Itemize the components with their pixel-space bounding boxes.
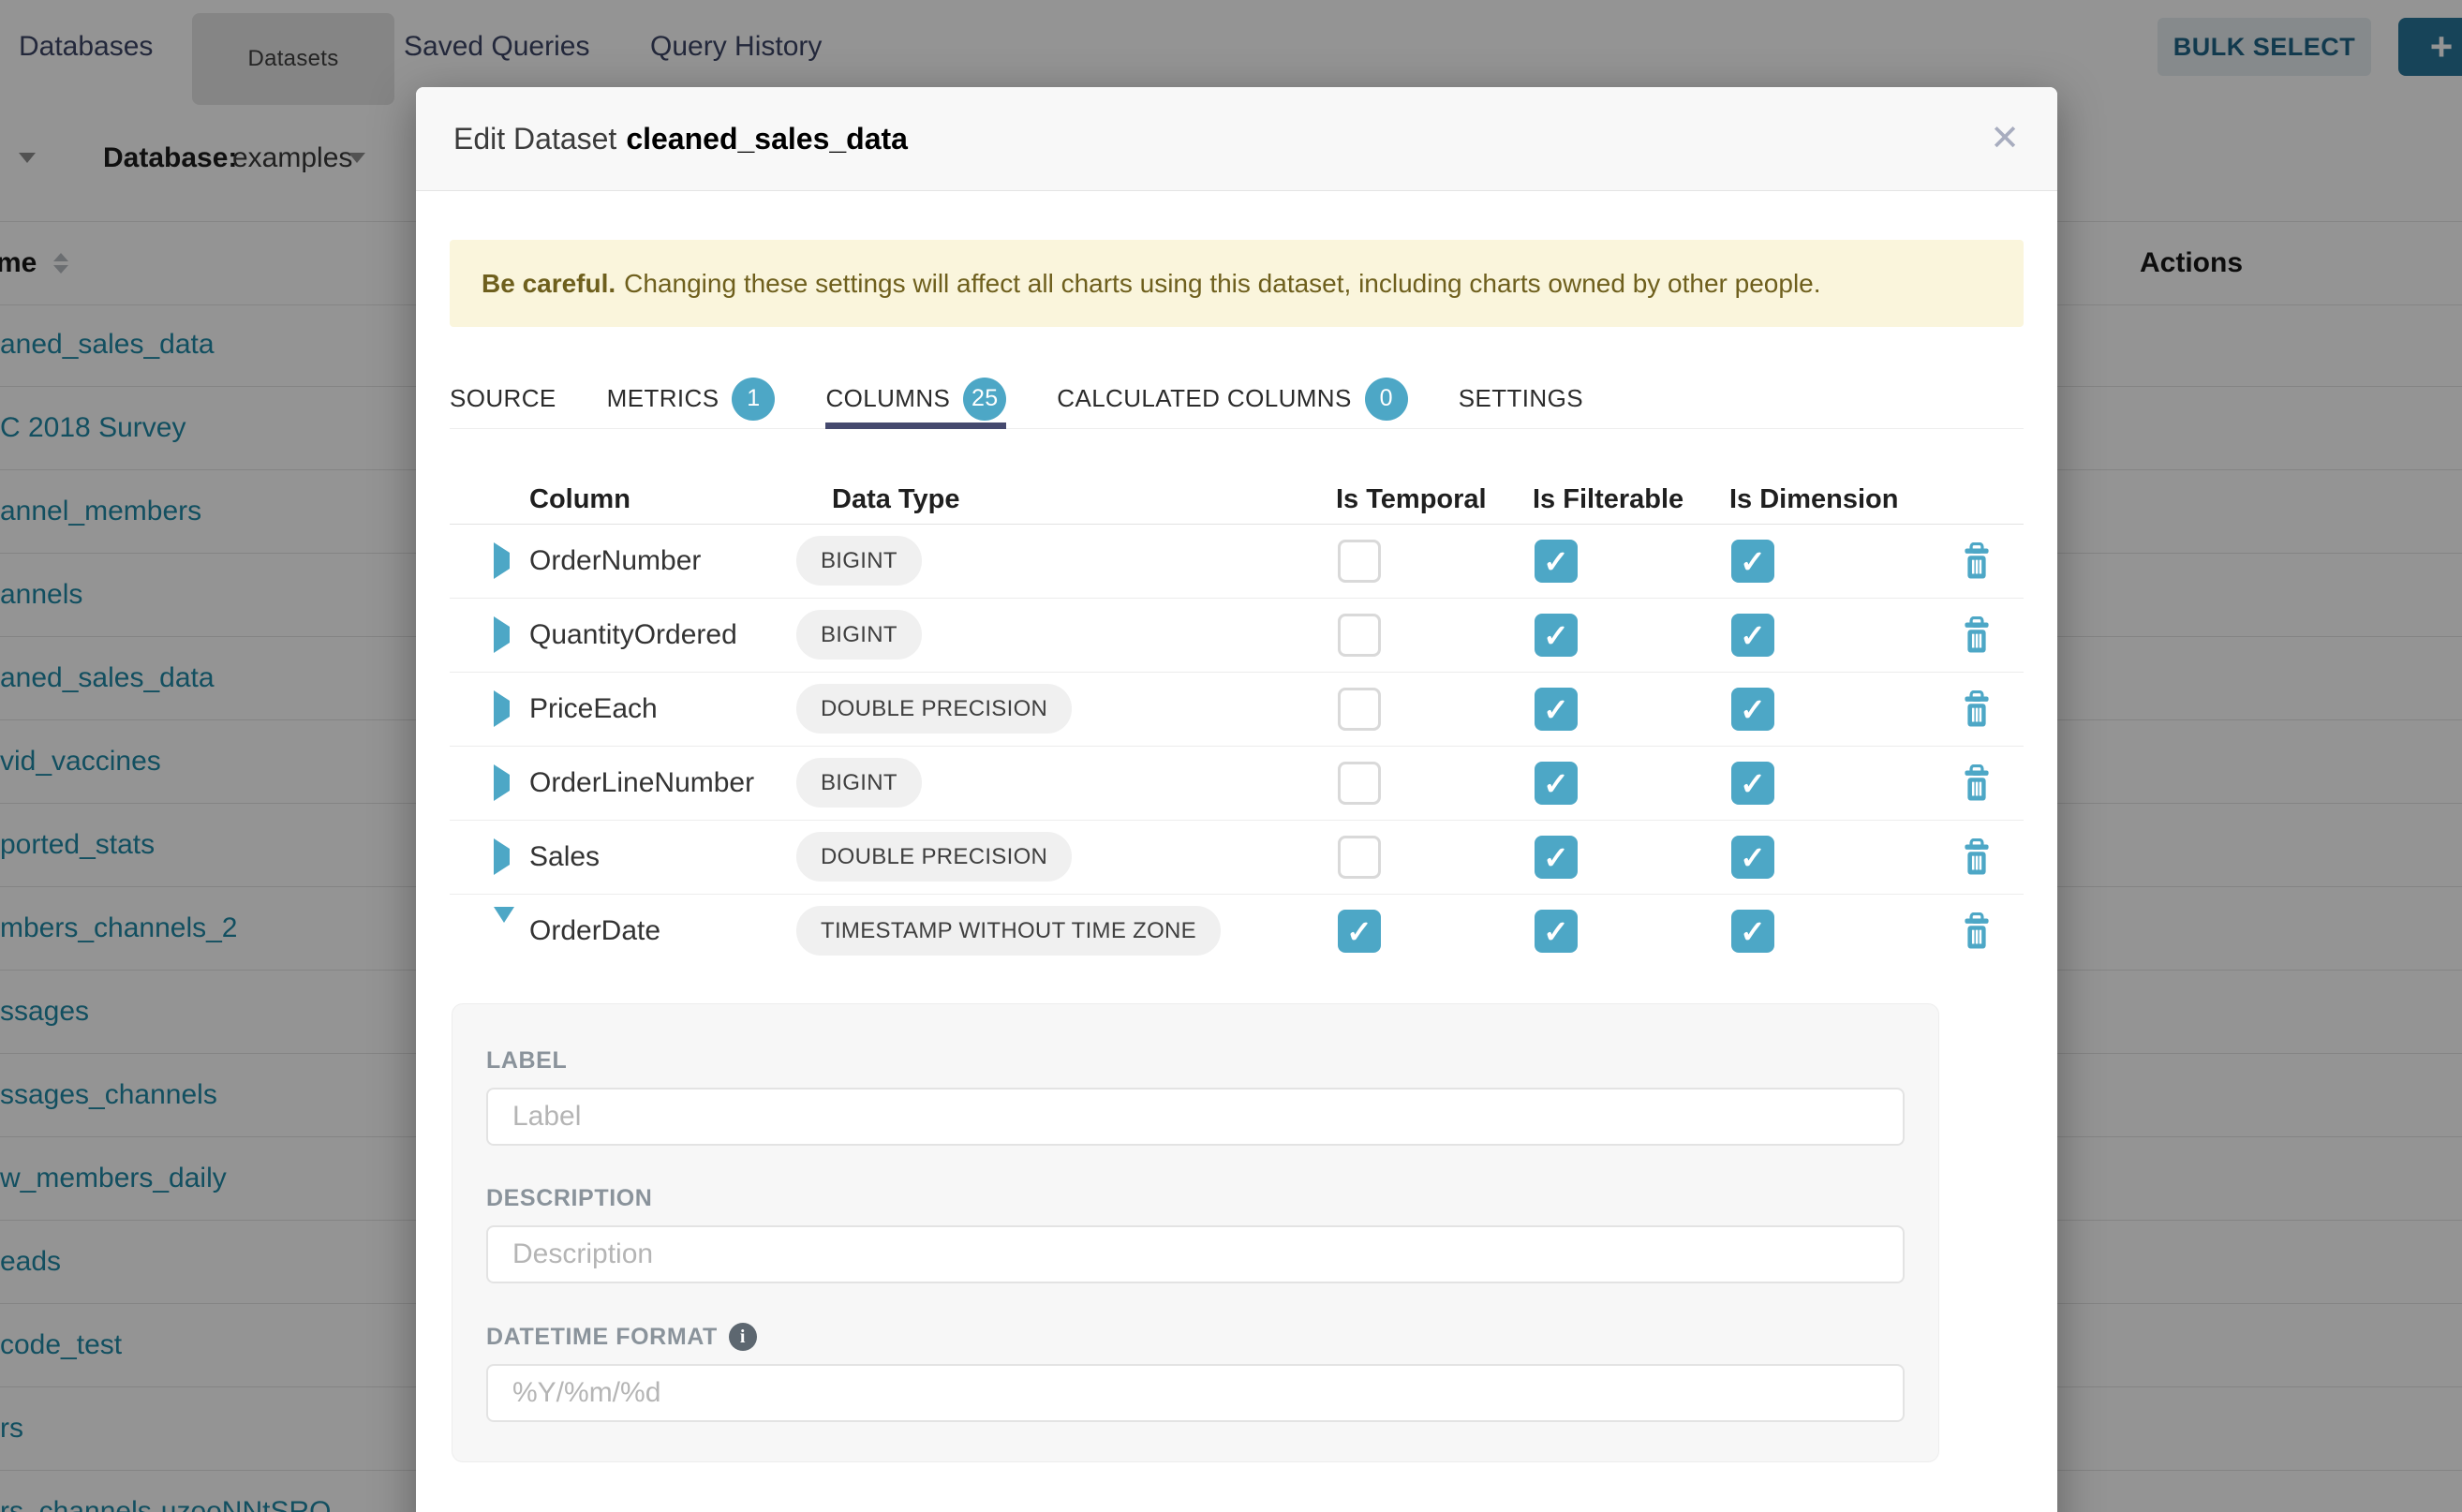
is-filterable-checkbox[interactable] [1535, 836, 1578, 879]
column-header: Column [515, 484, 796, 515]
info-icon[interactable]: i [729, 1323, 757, 1351]
is-temporal-checkbox[interactable] [1338, 614, 1381, 657]
description-input[interactable] [486, 1225, 1905, 1283]
data-type-pill: DOUBLE PRECISION [796, 684, 1072, 734]
tab-label: METRICS [607, 384, 719, 413]
data-type-pill: BIGINT [796, 758, 922, 808]
tab-source[interactable]: SOURCE [450, 369, 556, 428]
is-filterable-checkbox[interactable] [1535, 614, 1578, 657]
tab-badge: 25 [963, 378, 1006, 421]
description-field-label: DESCRIPTION [486, 1185, 1905, 1212]
expand-caret-icon[interactable] [494, 764, 510, 801]
expand-caret-icon[interactable] [494, 616, 510, 653]
warning-text: Changing these settings will affect all … [624, 269, 1820, 299]
is-temporal-header: Is Temporal [1321, 484, 1518, 515]
label-input[interactable] [486, 1088, 1905, 1146]
tab-calculated-columns[interactable]: CALCULATED COLUMNS 0 [1057, 369, 1407, 428]
tab-metrics[interactable]: METRICS 1 [607, 369, 776, 428]
delete-column-icon[interactable] [1960, 764, 1994, 802]
tab-label: SOURCE [450, 384, 556, 413]
column-name: Sales [515, 841, 796, 873]
is-temporal-checkbox[interactable] [1338, 910, 1381, 953]
modal-header: Edit Dataset cleaned_sales_data ✕ [416, 87, 2057, 191]
edit-dataset-modal: Edit Dataset cleaned_sales_data ✕ Be care… [416, 87, 2057, 1512]
delete-column-icon[interactable] [1960, 912, 1994, 950]
data-type-pill: BIGINT [796, 610, 922, 660]
tab-label: SETTINGS [1459, 384, 1583, 413]
data-type-header: Data Type [796, 484, 1321, 515]
is-filterable-checkbox[interactable] [1535, 688, 1578, 731]
tab-settings[interactable]: SETTINGS [1459, 369, 1583, 428]
columns-table-header: Column Data Type Is Temporal Is Filterab… [450, 475, 2024, 525]
delete-column-icon[interactable] [1960, 616, 1994, 654]
column-row: OrderLineNumber BIGINT [450, 747, 2024, 821]
is-filterable-checkbox[interactable] [1535, 540, 1578, 583]
column-name: OrderNumber [515, 545, 796, 577]
data-type-pill: BIGINT [796, 536, 922, 586]
tab-label: CALCULATED COLUMNS [1057, 384, 1351, 413]
is-temporal-checkbox[interactable] [1338, 762, 1381, 805]
modal-body: Be careful. Changing these settings will… [416, 240, 2057, 1462]
datasets-page: DatabasesDatasetsSaved QueriesQuery Hist… [0, 0, 2462, 1512]
tab-badge: 1 [732, 378, 775, 421]
collapse-caret-icon[interactable] [494, 907, 514, 939]
is-filterable-checkbox[interactable] [1535, 762, 1578, 805]
datetime-format-field-label: DATETIME FORMAT i [486, 1323, 1905, 1351]
is-temporal-checkbox[interactable] [1338, 836, 1381, 879]
column-row: OrderNumber BIGINT [450, 525, 2024, 599]
is-dimension-checkbox[interactable] [1731, 614, 1774, 657]
warning-banner: Be careful. Changing these settings will… [450, 240, 2024, 327]
column-row: QuantityOrdered BIGINT [450, 599, 2024, 673]
column-row: Sales DOUBLE PRECISION [450, 821, 2024, 895]
modal-dataset-name: cleaned_sales_data [626, 122, 908, 156]
warning-bold-text: Be careful. [482, 269, 616, 299]
delete-column-icon[interactable] [1960, 690, 1994, 728]
column-row: OrderDate TIMESTAMP WITHOUT TIME ZONE [450, 895, 2024, 968]
data-type-pill: DOUBLE PRECISION [796, 832, 1072, 882]
column-editor-panel: LABEL DESCRIPTION DATETIME FORMAT i [452, 1003, 1939, 1462]
tab-columns[interactable]: COLUMNS 25 [825, 369, 1006, 428]
delete-column-icon[interactable] [1960, 542, 1994, 580]
modal-title-prefix: Edit Dataset [453, 122, 616, 156]
is-dimension-checkbox[interactable] [1731, 910, 1774, 953]
is-dimension-checkbox[interactable] [1731, 540, 1774, 583]
column-name: OrderDate [515, 915, 796, 947]
column-name: QuantityOrdered [515, 619, 796, 651]
expand-caret-icon[interactable] [494, 838, 510, 875]
modal-title: Edit Dataset cleaned_sales_data [453, 122, 908, 156]
expand-caret-icon[interactable] [494, 542, 510, 579]
tab-badge: 0 [1365, 378, 1408, 421]
label-field-label: LABEL [486, 1047, 1905, 1075]
expand-caret-icon[interactable] [494, 690, 510, 727]
datetime-format-label-text: DATETIME FORMAT [486, 1324, 718, 1351]
close-icon[interactable]: ✕ [1990, 121, 2020, 156]
is-dimension-checkbox[interactable] [1731, 836, 1774, 879]
modal-tabs: SOURCE METRICS 1 COLUMNS 25 CALCULATED COLUMN… [450, 369, 2024, 429]
is-filterable-checkbox[interactable] [1535, 910, 1578, 953]
is-temporal-checkbox[interactable] [1338, 688, 1381, 731]
is-dimension-checkbox[interactable] [1731, 762, 1774, 805]
is-dimension-checkbox[interactable] [1731, 688, 1774, 731]
is-filterable-header: Is Filterable [1518, 484, 1714, 515]
datetime-format-input[interactable] [486, 1364, 1905, 1422]
column-row: PriceEach DOUBLE PRECISION [450, 673, 2024, 747]
is-dimension-header: Is Dimension [1714, 484, 1930, 515]
columns-table-body: OrderNumber BIGINT QuantityOrdered BIGIN… [450, 525, 2024, 968]
delete-column-icon[interactable] [1960, 838, 1994, 876]
is-temporal-checkbox[interactable] [1338, 540, 1381, 583]
tab-label: COLUMNS [825, 384, 950, 413]
column-name: OrderLineNumber [515, 767, 796, 799]
data-type-pill: TIMESTAMP WITHOUT TIME ZONE [796, 906, 1221, 956]
column-name: PriceEach [515, 693, 796, 725]
